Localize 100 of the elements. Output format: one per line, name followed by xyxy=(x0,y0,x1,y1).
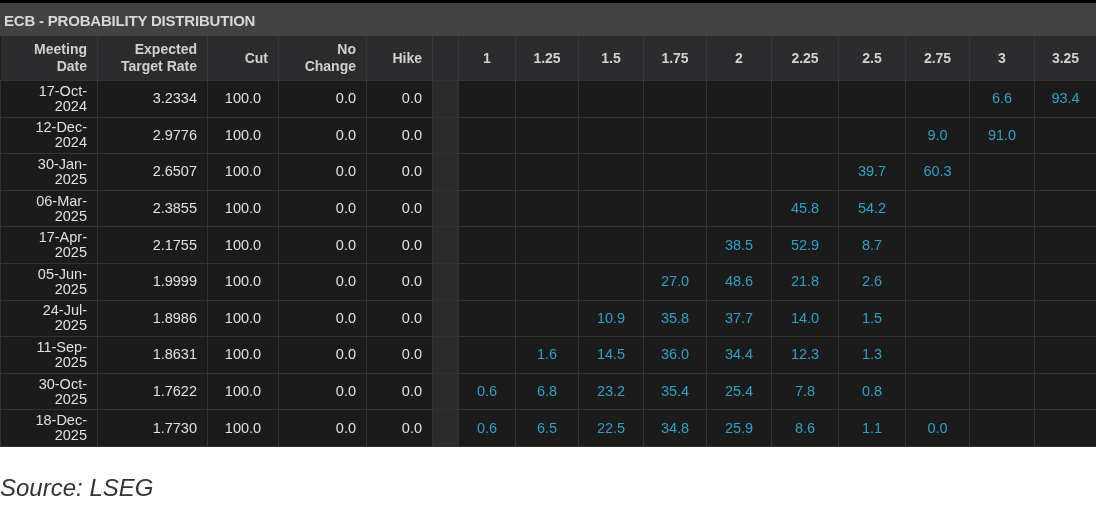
table-cell: 0.0 xyxy=(335,383,356,400)
column-header: 1 xyxy=(483,49,491,66)
table-cell: 2.6507 xyxy=(152,163,197,180)
table-cell: 25.9 xyxy=(724,419,754,436)
table-cell: 0.8 xyxy=(861,383,883,400)
table-cell: 6.6 xyxy=(991,90,1013,107)
table-cell: 25.4 xyxy=(724,383,754,400)
table-cell: 0.0 xyxy=(335,163,356,180)
table-cell: 100.0 xyxy=(224,273,262,290)
table-cell: 34.8 xyxy=(660,419,690,436)
table-cell: 1.8631 xyxy=(152,346,197,363)
table-cell: 0.0 xyxy=(335,346,356,363)
table-cell: 100.0 xyxy=(224,383,262,400)
column-header: 3 xyxy=(998,49,1006,66)
table-cell: 100.0 xyxy=(224,419,262,436)
table-cell: 34.4 xyxy=(724,346,754,363)
column-header: Cut xyxy=(244,49,268,66)
table-cell: 100.0 xyxy=(224,126,262,143)
table-cell: 21.8 xyxy=(790,273,820,290)
table-cell: 0.0 xyxy=(401,163,422,180)
column-header: 2.5 xyxy=(862,49,882,66)
column-header: Meeting Date xyxy=(34,41,87,74)
table-cell: 6.5 xyxy=(536,419,558,436)
column-header: 3.25 xyxy=(1051,49,1080,66)
table-cell-text: 05-Jun-2025 xyxy=(36,266,87,297)
table-cell: 9.0 xyxy=(927,126,948,143)
table-cell: 12.3 xyxy=(790,346,820,363)
table-cell: 0.0 xyxy=(927,419,948,436)
table-cell: 93.4 xyxy=(1051,90,1080,107)
table-cell: 0.0 xyxy=(401,273,422,290)
table-cell: 35.8 xyxy=(660,309,690,326)
table-cell: 0.0 xyxy=(401,200,422,217)
table-cell: 0.0 xyxy=(401,383,422,400)
table-cell-text: 30-Jan-2025 xyxy=(36,157,87,187)
table-cell: 27.0 xyxy=(660,273,690,290)
table-cell: 0.0 xyxy=(401,346,422,363)
table-cell: 100.0 xyxy=(224,346,262,363)
table-cell: 45.8 xyxy=(790,200,820,217)
table-cell: 54.2 xyxy=(857,200,887,217)
table-cell-text: 24-Jul-2025 xyxy=(41,303,87,334)
table-cell: 0.0 xyxy=(335,419,356,436)
table-cell-text: 30-Oct-2025 xyxy=(37,376,87,407)
source-caption: Source: LSEG xyxy=(0,473,155,502)
table-cell-text: 12-Dec-2024 xyxy=(34,120,87,151)
table-cell: 0.6 xyxy=(476,383,498,400)
table-cell: 1.6 xyxy=(536,346,558,363)
table-cell: 1.8986 xyxy=(152,309,197,326)
table-cell: 100.0 xyxy=(224,163,262,180)
table-cell: 91.0 xyxy=(987,126,1017,143)
table-cell: 8.7 xyxy=(861,236,883,253)
column-header: 2.25 xyxy=(791,49,819,66)
table-cell: 8.6 xyxy=(794,419,816,436)
table-cell-text: 18-Dec-2025 xyxy=(34,413,87,444)
table-cell: 0.0 xyxy=(401,126,422,143)
table-cell: 22.5 xyxy=(596,419,626,436)
table-cell: 2.6 xyxy=(861,273,883,290)
table-cell: 38.5 xyxy=(724,236,754,253)
table-cell: 0.0 xyxy=(401,236,422,253)
table-cell: 100.0 xyxy=(224,309,262,326)
table-cell: 35.4 xyxy=(660,383,690,400)
table-cell: 100.0 xyxy=(224,200,262,217)
table-cell: 14.5 xyxy=(596,346,626,363)
column-header: Expected Target Rate xyxy=(121,41,197,74)
table-cell: 14.0 xyxy=(790,309,820,326)
table-cell: 1.1 xyxy=(861,419,883,436)
table-cell: 1.5 xyxy=(861,309,883,326)
table-cell-text: 17-Apr-2025 xyxy=(37,230,87,261)
column-header: 1.75 xyxy=(661,49,689,66)
table-cell: 1.9999 xyxy=(152,273,197,290)
table-cell: 100.0 xyxy=(224,90,262,107)
table-cell: 10.9 xyxy=(596,309,626,326)
table-cell: 0.0 xyxy=(401,419,422,436)
table-cell: 100.0 xyxy=(224,236,262,253)
table-cell: 0.0 xyxy=(401,309,422,326)
table-cell: 0.0 xyxy=(335,126,356,143)
table-cell: 0.0 xyxy=(335,200,356,217)
table-cell: 0.0 xyxy=(335,273,356,290)
table-cell: 3.2334 xyxy=(152,90,197,107)
table-cell: 2.9776 xyxy=(152,126,197,143)
table-cell: 23.2 xyxy=(596,383,626,400)
table-cell: 0.0 xyxy=(401,90,422,107)
table-cell: 39.7 xyxy=(857,163,887,180)
table-cell: 0.6 xyxy=(476,419,498,436)
table-cell-text: 06-Mar-2025 xyxy=(35,193,87,224)
table-cell: 60.3 xyxy=(923,163,952,180)
table-cell: 37.7 xyxy=(724,309,754,326)
table-cell: 0.0 xyxy=(335,236,356,253)
table-cell-text: 11-Sep-2025 xyxy=(35,339,87,370)
table-cell: 36.0 xyxy=(660,346,690,363)
table-cell: 2.3855 xyxy=(152,200,197,217)
table-cell: 0.0 xyxy=(335,90,356,107)
table-cell: 7.8 xyxy=(794,383,816,400)
panel-title: ECB - PROBABILITY DISTRIBUTION xyxy=(0,3,1096,36)
table-cell: 48.6 xyxy=(724,273,754,290)
column-header: 2.75 xyxy=(923,49,952,66)
table-cell: 2.1755 xyxy=(152,236,197,253)
table-cell: 1.7730 xyxy=(152,419,197,436)
table-cell: 6.8 xyxy=(536,383,558,400)
table-cell-text: 17-Oct-2024 xyxy=(37,83,87,114)
table-cell: 0.0 xyxy=(335,309,356,326)
